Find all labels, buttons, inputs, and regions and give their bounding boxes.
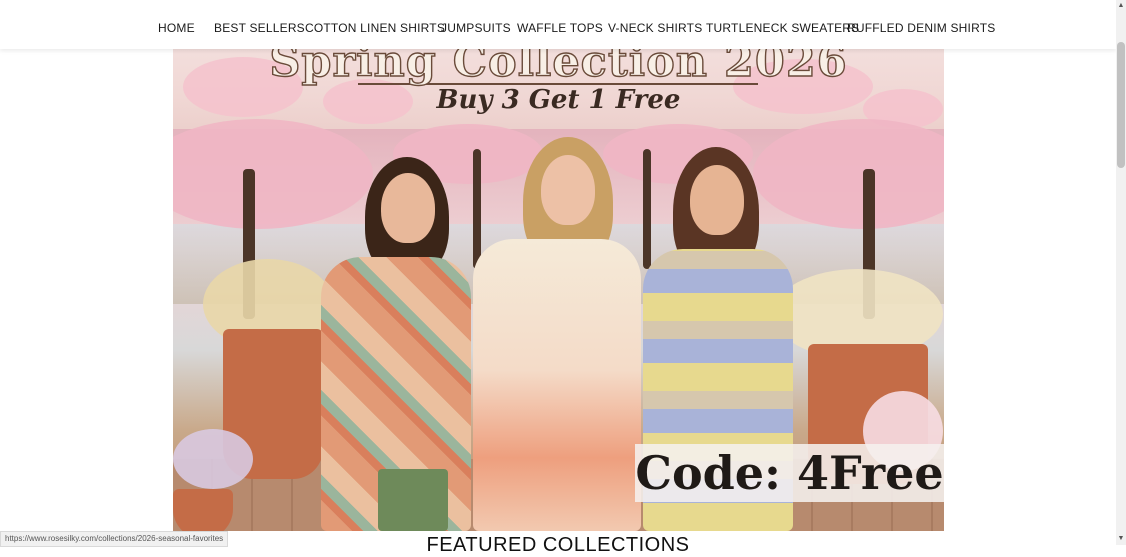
scrollbar-thumb[interactable]	[1117, 42, 1125, 168]
nav-item-v-neck-shirts[interactable]: V-NECK SHIRTS	[608, 21, 702, 35]
nav-item-turtleneck-sweaters[interactable]: TURTLENECK SWEATERS	[706, 21, 859, 35]
nav-item-ruffled-denim-shirts[interactable]: RUFFLED DENIM SHIRTS	[847, 21, 995, 35]
banner-header-area: Spring Collection 2026 Buy 3 Get 1 Free	[173, 49, 944, 129]
promo-code-box: Code: 4Free	[635, 444, 944, 502]
nav-item-waffle-tops[interactable]: WAFFLE TOPS	[517, 21, 603, 35]
hero-title: Spring Collection 2026	[269, 49, 848, 88]
nav-item-best-sellers[interactable]: BEST SELLERS	[214, 21, 305, 35]
page-scrollbar[interactable]: ▲ ▼	[1116, 0, 1126, 545]
hero-banner[interactable]: Spring Collection 2026 Buy 3 Get 1 Free	[173, 49, 944, 531]
promo-code-text: Code: 4Free	[635, 446, 944, 500]
nav-item-home[interactable]: HOME	[158, 21, 195, 35]
top-navigation: HOME BEST SELLERS COTTON LINEN SHIRTS JU…	[0, 0, 1116, 49]
scroll-down-arrow-icon[interactable]: ▼	[1117, 535, 1125, 543]
hero-subtitle: Buy 3 Get 1 Free	[436, 85, 681, 115]
nav-item-jumpsuits[interactable]: JUMPSUITS	[441, 21, 511, 35]
scroll-up-arrow-icon[interactable]: ▲	[1117, 2, 1125, 10]
nav-item-cotton-linen-shirts[interactable]: COTTON LINEN SHIRTS	[305, 21, 445, 35]
